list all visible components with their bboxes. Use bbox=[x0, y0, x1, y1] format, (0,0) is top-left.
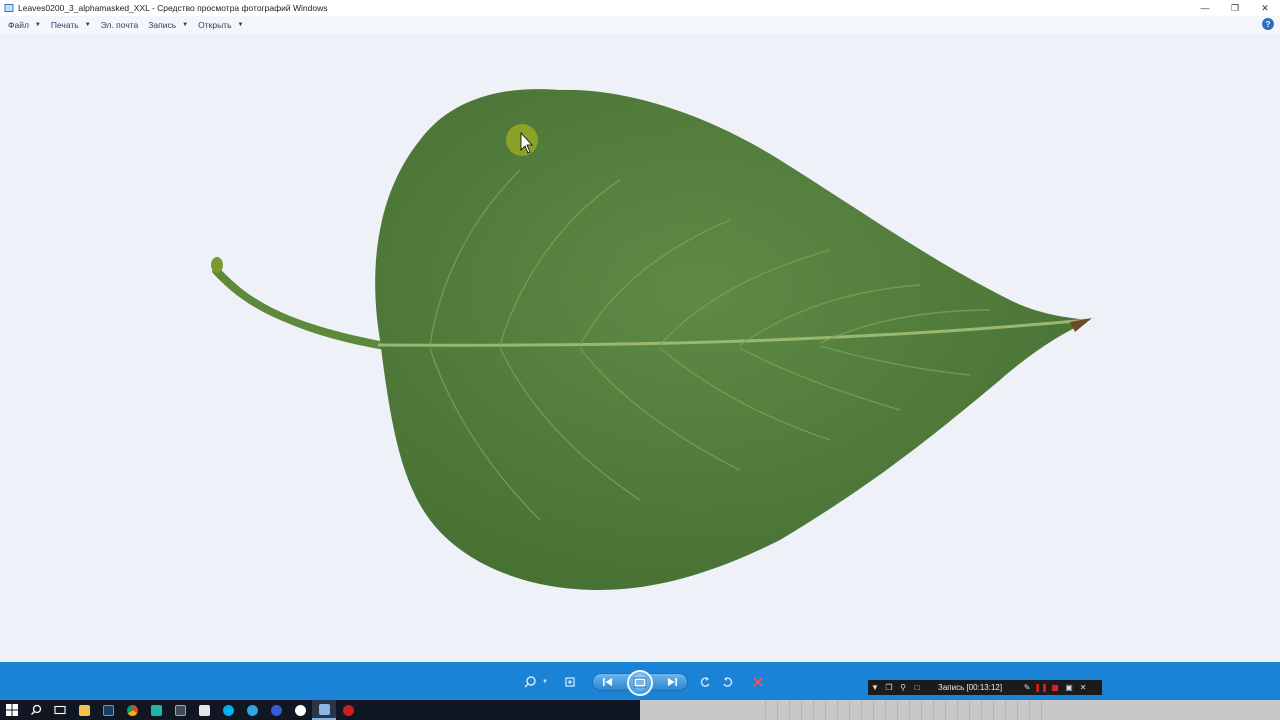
menu-bar: Файл ▼ Печать ▼ Эл. почта Запись ▼ Открыть ▼… bbox=[0, 16, 1280, 34]
task-view-icon[interactable] bbox=[48, 700, 72, 720]
app2-icon[interactable] bbox=[168, 700, 192, 720]
photo-viewer-icon bbox=[4, 4, 14, 12]
menu-burn[interactable]: Запись ▼ bbox=[148, 20, 188, 30]
title-bar: Leaves0200_3_alphamasked_XXL - Средство … bbox=[0, 0, 1280, 16]
explorer-icon[interactable] bbox=[72, 700, 96, 720]
zoom-icon[interactable]: ⚲ bbox=[896, 680, 910, 695]
photoshop-icon[interactable] bbox=[96, 700, 120, 720]
dropdown-icon[interactable]: ▼ bbox=[868, 680, 882, 695]
window-icon[interactable]: ❐ bbox=[882, 680, 896, 695]
taskbar bbox=[0, 700, 640, 720]
chevron-down-icon: ▼ bbox=[237, 22, 244, 28]
rotate-left-icon[interactable] bbox=[695, 673, 715, 691]
skype-icon[interactable] bbox=[216, 700, 240, 720]
minimize-button[interactable]: — bbox=[1190, 0, 1220, 16]
slideshow-icon bbox=[633, 677, 647, 688]
yandex-icon[interactable] bbox=[288, 700, 312, 720]
vpn-icon[interactable] bbox=[264, 700, 288, 720]
zoom-icon[interactable] bbox=[520, 673, 540, 691]
help-icon[interactable]: ? bbox=[1262, 18, 1274, 30]
chevron-down-icon[interactable]: ▼ bbox=[540, 673, 550, 691]
recorder-icon[interactable] bbox=[336, 700, 360, 720]
close-button[interactable]: ✕ bbox=[1250, 0, 1280, 16]
search-icon[interactable] bbox=[24, 700, 48, 720]
leaf-stem bbox=[212, 262, 385, 350]
rotate-right-icon[interactable] bbox=[718, 673, 738, 691]
previous-icon[interactable] bbox=[598, 673, 618, 691]
window-title: Leaves0200_3_alphamasked_XXL - Средство … bbox=[18, 3, 328, 13]
image-canvas[interactable] bbox=[0, 34, 1280, 662]
slideshow-button[interactable] bbox=[627, 670, 653, 696]
fit-window-icon[interactable] bbox=[560, 673, 580, 691]
restore-button[interactable]: ❐ bbox=[1220, 0, 1250, 16]
chevron-down-icon: ▼ bbox=[182, 22, 189, 28]
leaf-image bbox=[211, 89, 1092, 591]
recorder-panel: ▼ ❐ ⚲ □ Запись [00:13:12] ✎ ❚❚ ▣ ✕ bbox=[868, 680, 1102, 695]
chrome-icon[interactable] bbox=[120, 700, 144, 720]
app-icon[interactable] bbox=[144, 700, 168, 720]
notes-icon[interactable] bbox=[192, 700, 216, 720]
camera-icon[interactable]: ▣ bbox=[1062, 680, 1076, 695]
menu-print[interactable]: Печать ▼ bbox=[51, 20, 91, 30]
pen-icon[interactable]: ✎ bbox=[1020, 680, 1034, 695]
menu-file[interactable]: Файл ▼ bbox=[8, 20, 41, 30]
close-icon[interactable]: ✕ bbox=[1076, 680, 1090, 695]
photo-viewer-icon[interactable] bbox=[312, 700, 336, 720]
stop-icon[interactable] bbox=[1048, 680, 1062, 695]
delete-icon[interactable] bbox=[748, 673, 768, 691]
taskbar-tray-grid bbox=[765, 700, 1045, 720]
next-icon[interactable] bbox=[662, 673, 682, 691]
leaf-blade bbox=[375, 89, 1090, 591]
chevron-down-icon: ▼ bbox=[84, 22, 91, 28]
recording-status: Запись [00:13:12] bbox=[938, 683, 1003, 692]
pause-icon[interactable]: ❚❚ bbox=[1034, 680, 1048, 695]
menu-email[interactable]: Эл. почта bbox=[101, 20, 139, 30]
telegram-icon[interactable] bbox=[240, 700, 264, 720]
menu-open[interactable]: Открыть ▼ bbox=[198, 20, 243, 30]
chevron-down-icon: ▼ bbox=[34, 22, 41, 28]
region-icon[interactable]: □ bbox=[910, 680, 924, 695]
start-icon[interactable] bbox=[0, 700, 24, 720]
